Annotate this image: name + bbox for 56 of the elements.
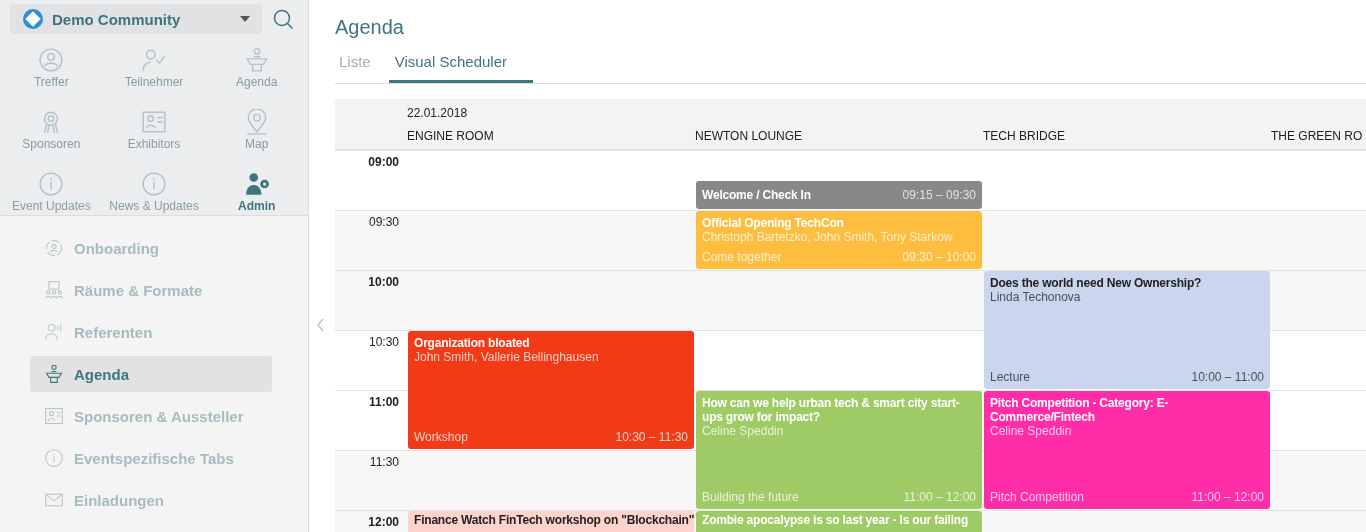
room-header: THE GREEN RO <box>1271 129 1364 143</box>
time-label: 10:30 <box>368 334 400 349</box>
event-card[interactable]: Pitch Competition - Category: E-Commerce/Fintech Celine Speddin Pitch Competition 11:00 – 12:00 <box>984 391 1270 509</box>
caret-icon <box>240 16 250 22</box>
time-label: 09:30 <box>368 214 400 229</box>
nav-tile[interactable]: Event Updates <box>0 170 103 226</box>
speaker-icon <box>44 322 64 342</box>
sidebar-item[interactable]: Referenten <box>30 314 272 350</box>
podium-icon <box>243 47 270 73</box>
sidebar-item[interactable]: Agenda <box>30 356 272 392</box>
logo-icon <box>22 8 44 30</box>
date-label: 22.01.2018 <box>407 105 469 120</box>
tab[interactable]: Liste <box>335 49 375 83</box>
nav-tile[interactable]: Admin <box>205 170 308 226</box>
nav-tile[interactable]: Treffer <box>0 46 103 102</box>
event-card[interactable]: Zombie apocalypse is so last year - Is our failing <box>696 511 982 532</box>
event-card[interactable]: Organization bloated John Smith, Vallerie Bellinghausen Workshop 10:30 – 11:30 <box>408 331 694 449</box>
nav-tile[interactable]: Sponsoren <box>0 108 103 164</box>
sidebar-item[interactable]: Onboarding <box>30 230 272 266</box>
time-label: 09:00 <box>368 154 400 169</box>
time-label: 11:00 <box>368 394 400 409</box>
sidebar-item[interactable]: Einladungen <box>30 482 272 518</box>
users-gear-icon <box>243 171 270 197</box>
card-icon <box>141 109 167 135</box>
info-icon <box>44 448 64 468</box>
nav-tile[interactable]: Teilnehmer <box>102 46 206 102</box>
time-label: 12:00 <box>368 514 400 529</box>
sidebar-item[interactable]: Räume & Formate <box>30 272 272 308</box>
time-label: 10:00 <box>368 274 400 289</box>
nav-tile[interactable]: Map <box>205 108 308 164</box>
audience-icon <box>44 280 64 300</box>
search-icon[interactable] <box>272 8 294 30</box>
nav-tile[interactable]: Agenda <box>205 46 308 102</box>
sidebar-item[interactable]: Sponsoren & Aussteller <box>30 398 272 434</box>
event-card[interactable]: Welcome / Check In 09:15 – 09:30 <box>696 181 982 209</box>
person-circle-icon <box>38 47 65 73</box>
person-check-icon <box>141 47 167 73</box>
event-card[interactable]: Official Opening TechCon Christoph Bartetzko, John Smith, Tony Starkow Come together 09:30 – 10:00 <box>696 211 982 269</box>
page-title: Agenda <box>335 16 405 39</box>
card-icon <box>44 406 64 426</box>
event-card[interactable]: How can we help urban tech & smart city start-ups grow for impact? Celine Speddin Building the future 11:00 – 12:00 <box>696 391 982 509</box>
person-cycle-icon <box>44 238 64 258</box>
event-card[interactable]: Finance Watch FinTech workshop on "Blockchain" <box>408 511 694 532</box>
info-icon <box>38 171 65 197</box>
podium-icon <box>44 364 64 384</box>
room-header: ENGINE ROOM <box>407 129 495 143</box>
event-card[interactable]: Does the world need New Ownership? Linda Techonova Lecture 10:00 – 11:00 <box>984 271 1270 389</box>
room-header: NEWTON LOUNGE <box>695 129 804 143</box>
nav-tile[interactable]: News & Updates <box>102 170 206 226</box>
time-label: 11:30 <box>369 454 400 469</box>
sidebar-item[interactable]: Eventspezifische Tabs <box>30 440 272 476</box>
tab[interactable]: Visual Scheduler <box>388 49 533 83</box>
room-header: TECH BRIDGE <box>983 129 1066 143</box>
info-icon <box>141 171 167 197</box>
community-dropdown[interactable]: Demo Community <box>10 4 262 34</box>
nav-tile[interactable]: Exhibitors <box>102 108 206 164</box>
